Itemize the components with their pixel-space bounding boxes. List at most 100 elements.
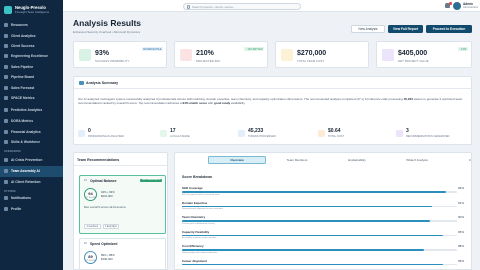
sidebar-item-label: Profile (11, 206, 22, 211)
shield-icon (4, 157, 8, 162)
score-bar-fill (182, 249, 424, 251)
team-rank: #2 (84, 242, 87, 245)
sidebar-item-team-assembly-ai[interactable]: Team Assembly AI (0, 166, 63, 177)
team-tag: 3 Eng Mgrs (102, 224, 120, 229)
sidebar-item-pipeline-board[interactable]: Pipeline Board (0, 72, 63, 82)
sidebar-item-label: Engineering Excellence (11, 54, 49, 59)
sidebar-item-client-analytics[interactable]: Client Analytics (0, 30, 63, 40)
sidebar-item-ai-crisis-prevention[interactable]: AI Crisis Prevention (0, 153, 63, 166)
sidebar-item-resources[interactable]: Resources (0, 20, 63, 30)
score-label: Domain Expertise (182, 200, 208, 205)
score-breakdown-title: Score Breakdown (182, 175, 213, 179)
document-icon (79, 80, 84, 85)
new-analysis-button[interactable]: New Analysis (351, 25, 385, 33)
sidebar-item-financial-analytics[interactable]: Financial Analytics (0, 127, 63, 137)
team-card-optimal-balance[interactable]: #1 Optimal Balance RECOMMENDED 94 FIT SC… (79, 175, 166, 234)
tab-what-if-analysis[interactable]: What-If Analysis (388, 156, 446, 164)
brand[interactable]: Neuglo-Presolo Foresight Team Intelligen… (0, 0, 63, 18)
tab-explainability[interactable]: Explainability (328, 156, 386, 164)
avatar (453, 1, 461, 10)
tab-team-members[interactable]: Team Members (268, 156, 326, 164)
user-menu[interactable]: Admin Administrator (453, 1, 479, 10)
sidebar-item-label: AI Crisis Prevention (11, 157, 43, 162)
sidebar-item-skills-workforce[interactable]: Skills & Workforce (0, 137, 63, 147)
team-metrics: 94% • 93% $210,000 (101, 190, 115, 198)
stat-value: 3 (406, 128, 409, 134)
fit-score-label: FIT SCORE (85, 259, 96, 262)
kpi-label: TOTAL TEAM COST (297, 59, 325, 63)
list-icon (396, 130, 403, 137)
view-full-report-button[interactable]: View Full Report (388, 25, 423, 33)
fit-score-ring: 89 FIT SCORE (84, 251, 97, 264)
team-name: Optimal Balance (90, 179, 117, 183)
team-tags: 4 members 3 Eng Mgrs (84, 224, 120, 229)
sidebar-item-sales-pipeline[interactable]: Sales Pipeline (0, 62, 63, 72)
search-placeholder: Search projects, clients, teams... (192, 4, 236, 9)
sidebar-item-dora-metrics[interactable]: DORA Metrics (0, 116, 63, 126)
detail-panel: Overview Team Members Explainability Wha… (174, 152, 472, 270)
fit-score-value: 89 (88, 253, 93, 259)
score-bar-track (182, 234, 457, 237)
summary-text-emphasis: good ready (214, 101, 231, 106)
summary-text: Our AI analyzed multi-agent system succe… (78, 97, 470, 105)
score-row: Skill Coverage 96% 96% of required skills … (182, 186, 466, 197)
stat-value: 0 (88, 128, 91, 134)
score-row: Team Chemistry 90% Positive prior collabor… (182, 215, 466, 226)
sidebar-item-sales-forecast[interactable]: Sales Forecast (0, 82, 63, 92)
stat-total-cost: $0.64 TOTAL COST (318, 127, 393, 140)
target-icon (79, 49, 91, 61)
sidebar-item-profile[interactable]: Profile (0, 203, 63, 213)
sidebar-item-label: SPACE Metrics (11, 95, 35, 100)
team-description: Best overall fit across all dimensions (84, 206, 126, 209)
kpi-value: 210% (196, 50, 214, 57)
score-note: Within budget with optimal allocation (182, 251, 218, 254)
team-recommendations-title: Team Recommendations (77, 158, 120, 162)
user-role: Administrator (463, 6, 479, 9)
search-input[interactable]: Search projects, clients, teams... (183, 2, 301, 10)
stat-value: 17 (170, 128, 176, 134)
score-note: Positive prior collaboration history (182, 222, 215, 225)
score-label: Career Alignment (182, 258, 207, 263)
team-recommendations-panel: Team Recommendations #1 Optimal Balance … (73, 152, 168, 270)
sidebar-item-label: Client Analytics (11, 33, 36, 38)
team-card-speed-optimized[interactable]: #2 Speed Optimized 89 FIT SCORE 89% • 88… (79, 238, 166, 269)
user-icon (4, 206, 8, 211)
sidebar-item-space-metrics[interactable]: SPACE Metrics (0, 93, 63, 103)
stat-label: AI CALLS MADE (170, 135, 190, 138)
divider (74, 165, 167, 166)
sidebar-item-client-success[interactable]: Client Success (0, 41, 63, 51)
tab-comparison[interactable]: Comparison (448, 156, 471, 164)
board-icon (4, 75, 8, 80)
recommended-badge: RECOMMENDED (140, 178, 162, 182)
sidebar-item-ai-client-retention[interactable]: AI Client Retention (0, 177, 63, 187)
score-label: Capacity Flexibility (182, 229, 210, 234)
kpi-value: 93% (95, 50, 110, 57)
score-bar-track (182, 205, 457, 208)
sidebar-item-predictive-analytics[interactable]: Predictive Analytics (0, 103, 63, 116)
score-value: 90% (457, 215, 464, 219)
code-icon (4, 54, 8, 59)
logo-icon (4, 5, 12, 14)
sidebar-item-engineering-excellence[interactable]: Engineering Excellence (0, 51, 63, 61)
page-title: Analysis Results (73, 18, 142, 28)
score-row: Domain Expertise 91% Strong domain alignme… (182, 201, 466, 212)
bell-icon (4, 196, 8, 201)
score-bar-fill (182, 191, 446, 193)
tab-overview[interactable]: Overview (208, 156, 266, 164)
kpi-label: NET PROJECT VALUE (398, 59, 429, 63)
robot-icon (160, 130, 167, 137)
sidebar-item-label: Financial Analytics (11, 129, 41, 134)
stat-ai-calls-made: 17 AI CALLS MADE (160, 127, 235, 140)
users-icon (4, 43, 8, 48)
notification-dot (449, 2, 452, 5)
score-value: 91% (457, 200, 464, 205)
sidebar-item-label: AI Client Retention (11, 179, 41, 184)
sidebar-item-label: DORA Metrics (11, 119, 34, 124)
brain-icon (4, 107, 8, 112)
summary-text-part: s) AI inference calls processing (361, 97, 404, 101)
sidebar-item-notifications[interactable]: Notifications (0, 193, 63, 203)
score-label: Cost Efficiency (182, 244, 204, 248)
proceed-to-execution-button[interactable]: Proceed to Execution (426, 25, 472, 33)
score-bar-track (182, 249, 457, 251)
score-bar-track (182, 220, 457, 222)
